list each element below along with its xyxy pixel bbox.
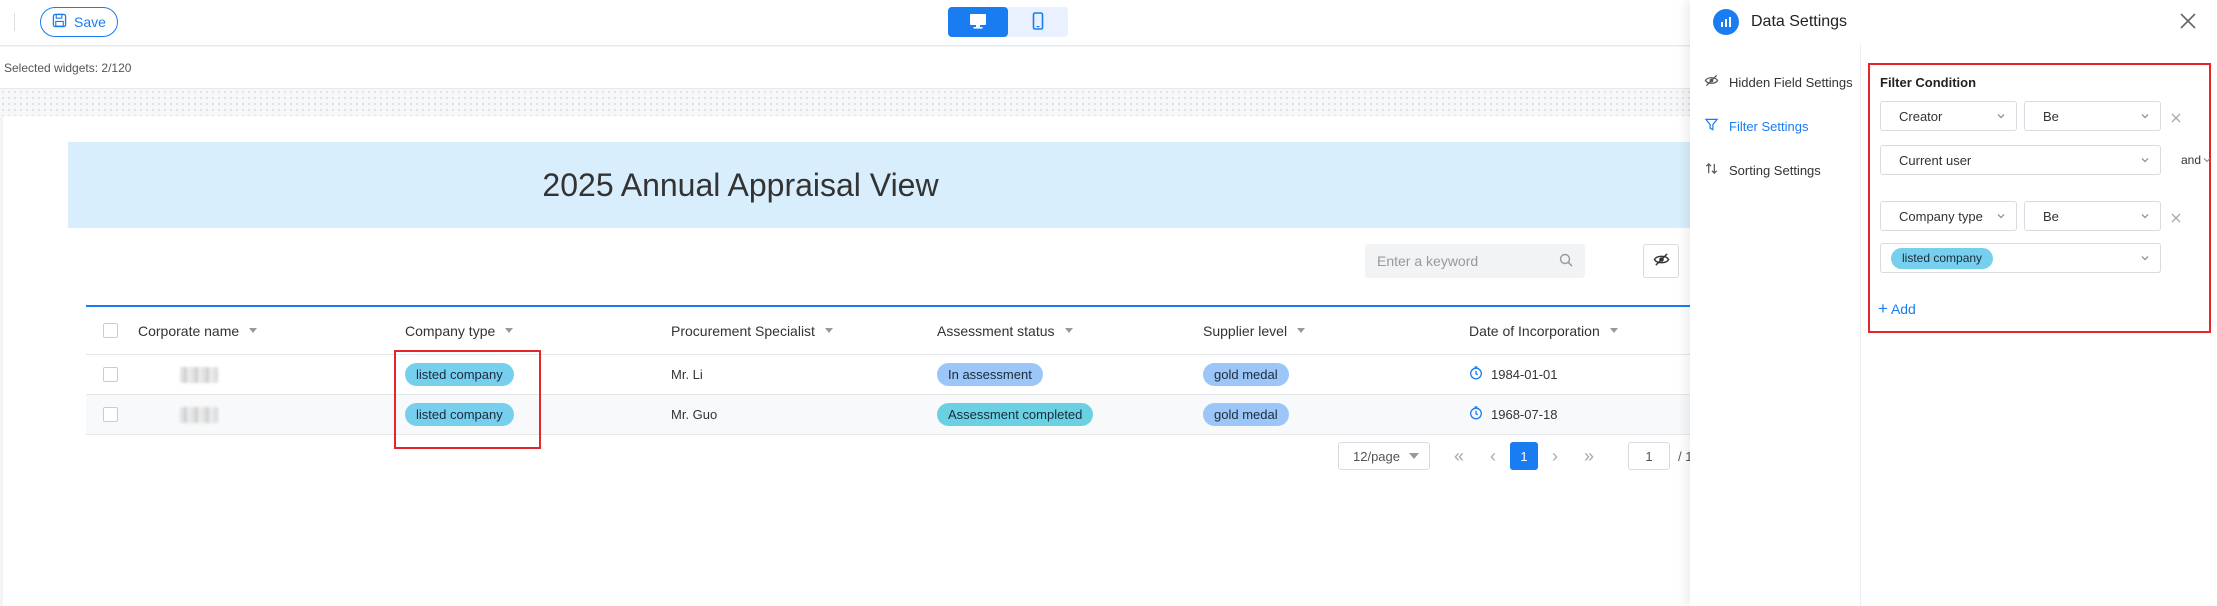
chevron-down-icon (1996, 109, 2006, 124)
panel-divider (1860, 44, 1861, 606)
column-header-date-of-incorporation[interactable]: Date of Incorporation (1459, 323, 1693, 339)
redacted-corporate-name (180, 366, 218, 383)
caret-down-icon (1409, 453, 1419, 459)
select-all-checkbox[interactable] (102, 323, 118, 338)
data-settings-panel: Data Settings Hidden Field Settings Filt… (1690, 0, 2217, 606)
filter-condition-box: Filter Condition Creator Be Current user… (1868, 63, 2211, 333)
settings-nav: Hidden Field Settings Filter Settings So… (1690, 60, 1860, 192)
table-row[interactable]: listed company Mr. Li In assessment gold… (86, 355, 1693, 395)
panel-title: Data Settings (1751, 13, 1848, 30)
chevron-down-icon (2140, 209, 2150, 224)
save-icon (52, 13, 67, 31)
save-label: Save (74, 14, 106, 30)
clock-icon (1469, 366, 1491, 383)
filter-operator-select-2[interactable]: Be (2024, 201, 2161, 231)
filter-caret-icon[interactable] (505, 328, 514, 333)
selection-status: Selected widgets: 2/120 (0, 47, 1690, 89)
page-size-select[interactable]: 12/page (1338, 442, 1430, 470)
column-header-procurement-specialist[interactable]: Procurement Specialist (664, 323, 929, 339)
filter-operator-select-1[interactable]: Be (2024, 101, 2161, 131)
chevron-down-icon (2203, 153, 2211, 167)
supplier-level-tag: gold medal (1203, 403, 1289, 426)
add-condition-button[interactable]: + Add (1878, 299, 1916, 318)
filter-caret-icon[interactable] (1297, 328, 1306, 333)
data-table: Corporate name Company type Procurement … (86, 305, 1693, 435)
chevron-down-icon (1996, 209, 2006, 224)
column-header-company-type[interactable]: Company type (399, 323, 664, 339)
filter-title: Filter Condition (1880, 75, 1977, 90)
view-title-banner[interactable]: 2025 Annual Appraisal View (68, 142, 1693, 228)
filter-value-select-1[interactable]: Current user (1880, 145, 2161, 175)
nav-sorting-settings[interactable]: Sorting Settings (1690, 148, 1860, 192)
filter-caret-icon[interactable] (1609, 328, 1618, 333)
remove-condition-icon[interactable] (2170, 211, 2182, 223)
chevron-down-icon (2140, 153, 2150, 168)
nav-hidden-field-settings[interactable]: Hidden Field Settings (1690, 60, 1860, 104)
highlight-box-company-type (394, 350, 541, 449)
assessment-status-tag: Assessment completed (937, 403, 1094, 426)
selected-value-tag: listed company (1891, 247, 1994, 269)
page-number-current[interactable]: 1 (1510, 442, 1538, 470)
column-header-supplier-level[interactable]: Supplier level (1194, 323, 1459, 339)
chart-settings-icon (1713, 9, 1739, 35)
date-value: 1968-07-18 (1491, 407, 1558, 422)
chevron-down-icon (2140, 109, 2150, 124)
eye-off-icon (1704, 73, 1729, 91)
last-page-button[interactable]: » (1572, 446, 1606, 467)
filter-field-select-2[interactable]: Company type (1880, 201, 2017, 231)
pagination: 12/page « ‹ 1 › » 1 / 1 P (1338, 442, 1705, 470)
specialist-value: Mr. Guo (671, 407, 718, 422)
view-title: 2025 Annual Appraisal View (542, 166, 939, 203)
sort-icon (1704, 161, 1729, 179)
table-row[interactable]: listed company Mr. Guo Assessment comple… (86, 395, 1693, 435)
hide-fields-button[interactable] (1643, 244, 1679, 278)
canvas-grid-strip (0, 89, 1690, 116)
filter-field-select-1[interactable]: Creator (1880, 101, 2017, 131)
device-toggle (948, 7, 1068, 37)
mobile-view-button[interactable] (1008, 7, 1068, 37)
redacted-corporate-name (180, 406, 218, 423)
next-page-button[interactable]: › (1538, 446, 1572, 467)
table-header: Corporate name Company type Procurement … (86, 307, 1693, 355)
specialist-value: Mr. Li (671, 367, 703, 382)
filter-icon (1704, 117, 1729, 135)
column-header-corporate-name[interactable]: Corporate name (134, 323, 399, 339)
plus-icon: + (1878, 299, 1888, 318)
row-checkbox[interactable] (102, 407, 118, 422)
column-header-assessment-status[interactable]: Assessment status (929, 323, 1194, 339)
desktop-view-button[interactable] (948, 7, 1008, 37)
search-icon (1559, 253, 1573, 270)
save-button[interactable]: Save (40, 7, 118, 37)
supplier-level-tag: gold medal (1203, 363, 1289, 386)
filter-caret-icon[interactable] (824, 328, 833, 333)
logic-connector-select[interactable]: and (2181, 153, 2211, 167)
first-page-button[interactable]: « (1442, 446, 1476, 467)
nav-filter-settings[interactable]: Filter Settings (1690, 104, 1860, 148)
filter-value-select-2[interactable]: listed company (1880, 243, 2161, 273)
monitor-icon (968, 11, 988, 34)
chevron-down-icon (2140, 251, 2150, 266)
search-placeholder: Enter a keyword (1377, 253, 1479, 269)
phone-icon (1028, 11, 1048, 34)
assessment-status-tag: In assessment (937, 363, 1043, 386)
date-value: 1984-01-01 (1491, 367, 1558, 382)
eye-off-icon (1653, 251, 1670, 271)
remove-condition-icon[interactable] (2170, 111, 2182, 123)
row-checkbox[interactable] (102, 367, 118, 382)
prev-page-button[interactable]: ‹ (1476, 446, 1510, 467)
close-icon[interactable] (2177, 10, 2199, 32)
search-input[interactable]: Enter a keyword (1365, 244, 1585, 278)
panel-header: Data Settings (1690, 0, 2217, 44)
toolbar-divider (14, 13, 15, 31)
filter-caret-icon[interactable] (249, 328, 258, 333)
clock-icon (1469, 406, 1491, 423)
page-jump-input[interactable]: 1 (1628, 442, 1670, 470)
design-canvas: 2025 Annual Appraisal View Enter a keywo… (3, 116, 1693, 606)
filter-caret-icon[interactable] (1064, 328, 1073, 333)
